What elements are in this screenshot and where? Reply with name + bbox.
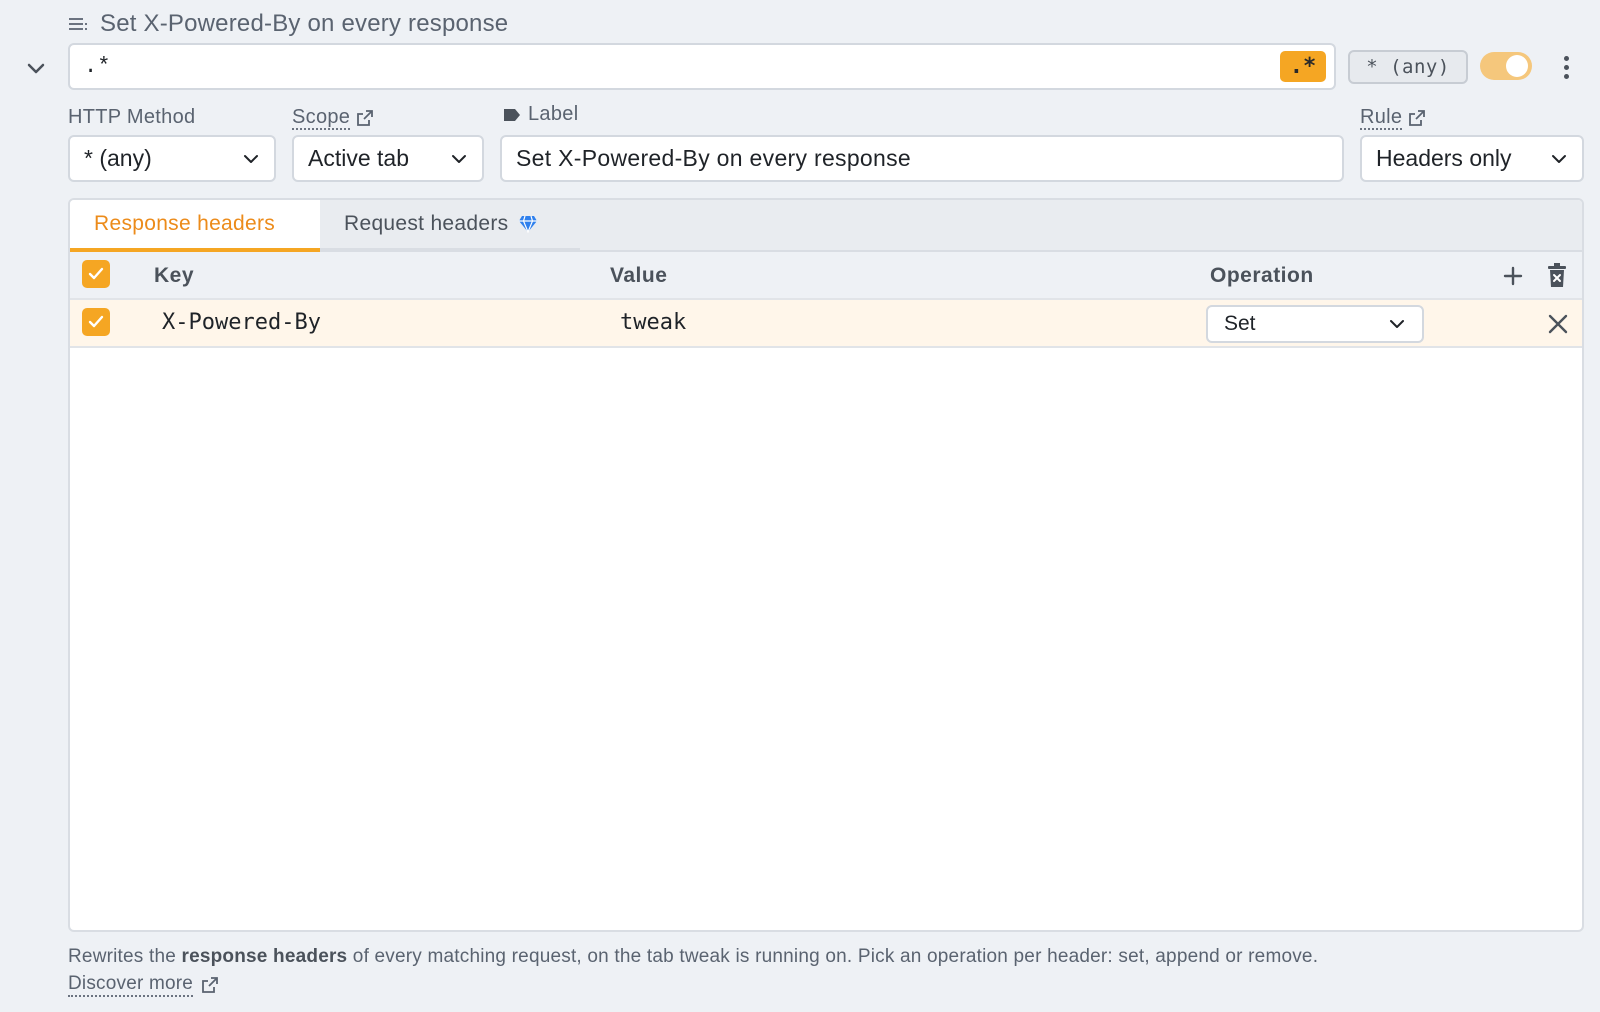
chevron-down-icon [1552,154,1566,163]
select-all-checkbox[interactable] [82,260,110,288]
tab-label: Request headers [344,212,509,235]
http-method-select[interactable]: * (any) [68,135,276,182]
discover-more-link[interactable]: Discover more [68,973,219,997]
plus-icon[interactable] [1502,265,1524,287]
method-chip[interactable]: * (any) [1348,50,1468,84]
trash-icon[interactable] [1546,263,1568,289]
chevron-down-icon [452,154,466,163]
tab-label: Response headers [94,212,276,235]
description-bold: response headers [181,946,348,967]
label-label: Label [502,103,578,126]
chevron-down-icon [244,154,258,163]
rule-editor: Set X-Powered-By on every response .* .*… [0,0,1600,1012]
table-row: X-Powered-By tweak Set [70,300,1582,348]
kebab-icon[interactable] [1556,52,1576,82]
rule-title[interactable]: Set X-Powered-By on every response [100,10,508,38]
http-method-label: HTTP Method [68,106,196,128]
external-link-icon [357,110,374,126]
column-operation: Operation [1210,264,1314,287]
chevron-down-icon [27,63,45,74]
header-key-input[interactable]: X-Powered-By [162,310,321,335]
chevron-down-icon [1390,320,1404,328]
header-value-input[interactable]: tweak [620,310,686,335]
column-value: Value [610,264,668,287]
external-link-icon [202,977,218,993]
rule-enabled-toggle[interactable] [1480,52,1532,80]
tab-request-headers[interactable]: Request headers [320,200,580,250]
description-text: Rewrites the [68,946,182,967]
url-pattern-input[interactable]: .* .* [68,43,1336,90]
column-key: Key [154,264,195,287]
rule-type-value: Headers only [1376,145,1512,171]
rule-title-row: Set X-Powered-By on every response [68,8,508,40]
scope-label[interactable]: Scope [292,106,374,130]
rule-description: Rewrites the response headers of every m… [68,943,1568,997]
table-header: Key Value Operation [70,252,1582,300]
http-method-value: * (any) [84,145,152,171]
operation-select[interactable]: Set [1206,305,1424,343]
regex-toggle-button[interactable]: .* [1280,51,1326,82]
close-icon[interactable] [1547,313,1569,335]
lines-icon [69,18,87,30]
headers-panel: Response headers Request headers Key Val… [68,198,1584,932]
label-value: Set X-Powered-By on every response [516,145,912,171]
rule-type-label[interactable]: Rule [1360,106,1426,130]
label-input[interactable]: Set X-Powered-By on every response [500,135,1344,182]
url-pattern-value[interactable]: .* [84,54,1280,79]
tab-bar: Response headers Request headers [70,200,1582,252]
description-text: of every matching request, on the tab tw… [347,946,1319,967]
scope-select[interactable]: Active tab [292,135,484,182]
operation-value: Set [1224,312,1256,335]
tab-response-headers[interactable]: Response headers [70,200,320,252]
external-link-icon [1409,110,1426,126]
gem-icon [519,215,538,233]
tag-icon [504,108,520,121]
scope-value: Active tab [308,145,409,171]
row-checkbox[interactable] [82,308,110,336]
toggle-knob [1506,55,1528,77]
check-icon [88,315,104,328]
collapse-rule-button[interactable] [22,54,50,82]
rule-type-select[interactable]: Headers only [1360,135,1584,182]
check-icon [88,267,104,280]
